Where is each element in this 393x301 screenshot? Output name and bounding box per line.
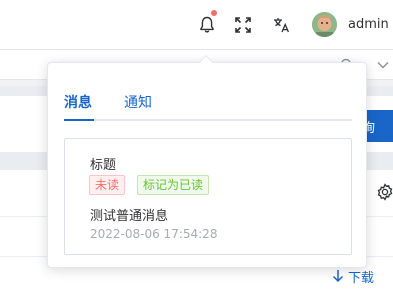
- active-tab-indicator: [64, 119, 94, 121]
- mark-as-read-button[interactable]: 标记为已读: [137, 175, 210, 195]
- fullscreen-icon[interactable]: [232, 14, 254, 36]
- notification-tabs: 消息 通知: [64, 87, 352, 121]
- message-content: 测试普通消息: [90, 209, 169, 224]
- message-card[interactable]: 标题 未读 标记为已读 测试普通消息 2022-08-06 17:54:28: [64, 138, 352, 255]
- message-title: 标题: [90, 158, 117, 173]
- chevron-down-icon[interactable]: [374, 54, 392, 76]
- tab-notices[interactable]: 通知: [124, 92, 152, 112]
- arrow-down-icon: [332, 270, 344, 283]
- gear-icon[interactable]: [375, 182, 393, 202]
- notification-dot: [211, 10, 217, 16]
- user-avatar[interactable]: [312, 12, 337, 37]
- download-link[interactable]: 下载: [332, 267, 375, 286]
- notification-popover: 消息 通知 标题 未读 标记为已读 测试普通消息 2022-08-06 17:5…: [47, 54, 367, 268]
- top-navbar: admin: [0, 0, 393, 50]
- language-icon[interactable]: [271, 14, 293, 36]
- tab-messages[interactable]: 消息: [64, 92, 92, 112]
- message-timestamp: 2022-08-06 17:54:28: [90, 227, 218, 241]
- username[interactable]: admin: [348, 17, 389, 32]
- notification-bell-icon[interactable]: [196, 10, 218, 36]
- unread-badge: 未读: [89, 175, 126, 195]
- download-label: 下载: [348, 270, 375, 286]
